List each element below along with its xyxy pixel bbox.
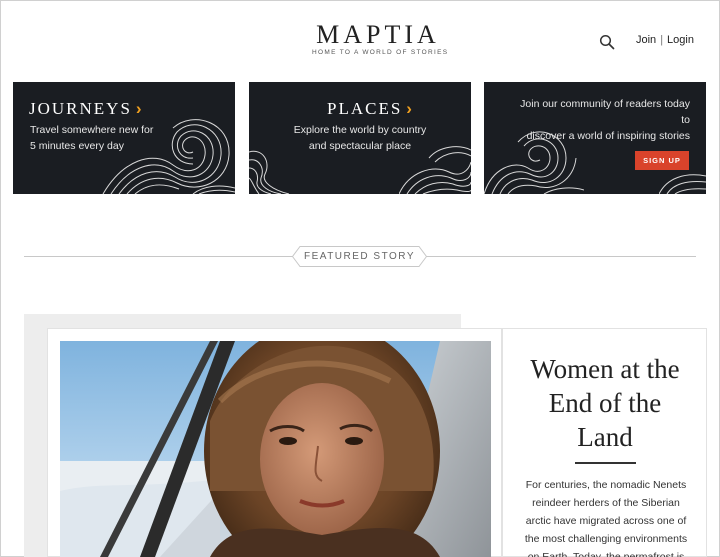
story-excerpt-line: on Earth. Today, the permafrost is — [527, 551, 685, 557]
featured-story-badge: FEATURED STORY — [292, 246, 427, 267]
auth-separator: | — [660, 34, 664, 46]
featured-story-image[interactable] — [60, 341, 491, 557]
portrait-photo — [60, 341, 491, 557]
chevron-right-icon: › — [406, 99, 412, 118]
auth-links: Join | Login — [636, 34, 694, 46]
journeys-description: Travel somewhere new for 5 minutes every… — [30, 122, 153, 154]
community-desc-line: discover a world of inspiring stories — [526, 130, 690, 142]
places-title-text: PLACES — [327, 99, 403, 118]
site-logo[interactable]: MAPTIA HOME TO A WORLD OF STORIES — [312, 20, 449, 57]
places-title[interactable]: PLACES › — [327, 99, 412, 119]
story-title-line: End of the — [548, 388, 662, 418]
join-link[interactable]: Join — [636, 34, 656, 46]
places-desc-line: and spectacular place — [308, 140, 412, 152]
places-description: Explore the world by country and spectac… — [249, 122, 471, 154]
story-title[interactable]: Women at the End of the Land — [515, 352, 695, 454]
journeys-title[interactable]: JOURNEYS › — [29, 99, 142, 119]
journeys-desc-line: Travel somewhere new for — [30, 124, 154, 136]
story-title-line: Women at the — [530, 354, 680, 384]
featured-story-label: FEATURED STORY — [303, 251, 415, 262]
journeys-card[interactable]: JOURNEYS › Travel somewhere new for 5 min… — [13, 82, 235, 194]
journeys-title-text: JOURNEYS — [29, 99, 132, 118]
story-excerpt-line: the most challenging environments — [524, 533, 688, 545]
logo-tagline: HOME TO A WORLD OF STORIES — [312, 49, 449, 56]
story-excerpt-line: arctic have migrated across one of — [525, 515, 687, 527]
chevron-right-icon: › — [135, 99, 142, 118]
community-description: Join our community of readers today to d… — [504, 96, 690, 144]
story-excerpt-line: For centuries, the nomadic Nenets — [525, 479, 687, 491]
places-card[interactable]: PLACES › Explore the world by country and… — [249, 82, 471, 194]
story-excerpt: For centuries, the nomadic Nenets reinde… — [518, 476, 694, 557]
journeys-desc-line: 5 minutes every day — [30, 140, 124, 152]
community-desc-line: Join our community of readers today — [520, 98, 690, 110]
signup-button[interactable]: SIGN UP — [635, 151, 689, 170]
story-title-rule — [575, 462, 636, 464]
search-icon[interactable] — [599, 34, 615, 50]
places-desc-line: Explore the world by country — [293, 124, 427, 136]
community-card: Join our community of readers today to d… — [484, 82, 706, 194]
story-excerpt-line: reindeer herders of the Siberian — [532, 497, 680, 509]
story-title-line: Land — [577, 422, 633, 452]
community-desc-line: to — [681, 114, 690, 126]
login-link[interactable]: Login — [667, 34, 694, 46]
logo-title: MAPTIA — [316, 20, 440, 49]
